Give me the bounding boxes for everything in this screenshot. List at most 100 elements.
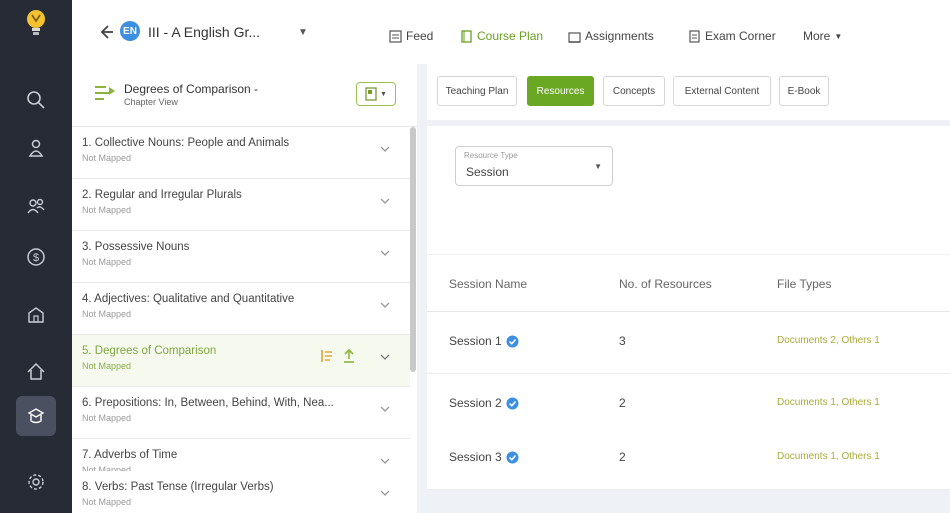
back-arrow-icon[interactable] [96,22,116,42]
tab-assignments-label: Assignments [585,29,654,43]
main-content: Teaching Plan Resources Concepts Externa… [427,64,950,513]
feed-icon [389,29,402,43]
session-name[interactable]: Session 3 [449,450,519,464]
session-name[interactable]: Session 2 [449,396,519,410]
session-label: Session 1 [449,334,502,348]
search-icon [27,91,45,109]
sidebar-item-profile[interactable] [16,128,56,168]
chevron-down-icon: ▼ [380,90,387,98]
chapter-view-toggle[interactable]: ▼ [356,82,396,106]
tab-exam-corner[interactable]: Exam Corner [688,27,776,45]
top-bar: EN III - A English Gr... ▼ Feed Course P… [72,0,950,64]
verified-icon [506,451,519,463]
users-icon [27,198,45,214]
sidebar-item-home[interactable] [16,351,56,391]
chapter-status: Not Mapped [82,205,132,215]
tab-exam-corner-label: Exam Corner [705,29,776,43]
chevron-down-icon: ▼ [594,162,602,171]
tab-teaching-plan[interactable]: Teaching Plan [437,76,517,106]
chapter-item[interactable]: 6. Prepositions: In, Between, Behind, Wi… [72,387,410,439]
tab-course-plan[interactable]: Course Plan [460,27,543,45]
file-types-link[interactable]: Documents 1, Others 1 [777,451,880,462]
chapter-name: 8. Verbs: Past Tense (Irregular Verbs) [82,481,274,493]
table-row[interactable]: Session 1 3 Documents 2, Others 1 [427,312,950,374]
session-label: Session 3 [449,450,502,464]
chapter-status: Not Mapped [82,257,132,267]
tab-external-content[interactable]: External Content [673,76,771,106]
chevron-down-icon[interactable] [380,248,390,258]
sidebar-item-course[interactable] [16,396,56,436]
app-sidebar: $ [0,0,72,513]
chevron-down-icon[interactable] [380,404,390,414]
tab-concepts[interactable]: Concepts [603,76,665,106]
sidebar-item-fees[interactable]: $ [16,237,56,277]
tab-feed-label: Feed [406,29,434,43]
lesson-plan-icon[interactable] [320,348,334,364]
chapter-name: 7. Adverbs of Time [82,449,178,461]
tab-feed[interactable]: Feed [389,27,433,45]
chapter-name: 2. Regular and Irregular Plurals [82,189,242,201]
book-icon [461,29,472,43]
session-name[interactable]: Session 1 [449,334,519,348]
upload-icon[interactable] [342,348,356,364]
person-icon [28,139,44,157]
chapter-item[interactable]: 1. Collective Nouns: People and Animals … [72,127,410,179]
chapter-list: 1. Collective Nouns: People and Animals … [72,127,417,513]
chapter-status: Not Mapped [82,153,132,163]
file-types-link[interactable]: Documents 1, Others 1 [777,397,880,408]
tab-resources[interactable]: Resources [527,76,594,106]
column-header: File Types [777,277,832,291]
chapter-status: Not Mapped [82,497,132,507]
assignment-icon [568,31,581,43]
sidebar-item-settings[interactable] [16,462,56,502]
tab-e-book[interactable]: E-Book [779,76,829,106]
chapter-item[interactable]: 2. Regular and Irregular Plurals Not Map… [72,179,410,231]
chevron-down-icon[interactable] [380,196,390,206]
chevron-down-icon[interactable]: ▼ [298,27,308,38]
chapter-item[interactable]: 3. Possessive Nouns Not Mapped [72,231,410,283]
file-types-link[interactable]: Documents 2, Others 1 [777,335,880,346]
chapter-name: 6. Prepositions: In, Between, Behind, Wi… [82,397,334,409]
chapter-name: 3. Possessive Nouns [82,241,190,253]
tab-more-label: More [803,29,831,43]
home-icon [27,362,45,380]
verified-icon [506,335,519,347]
resources-table-header: Session Name No. of Resources File Types [427,254,950,312]
exam-icon [689,29,700,43]
chevron-down-icon[interactable] [380,456,390,466]
chevron-down-icon[interactable] [380,488,390,498]
sidebar-item-school[interactable] [16,294,56,334]
chapter-item[interactable]: 8. Verbs: Past Tense (Irregular Verbs) N… [72,471,410,513]
bulb-logo-icon[interactable] [25,9,47,37]
dollar-icon: $ [27,248,45,266]
resource-type-value: Session [466,165,509,179]
course-icon [27,408,45,424]
table-row[interactable]: Session 3 2 Documents 1, Others 1 [427,428,950,490]
table-row[interactable]: Session 2 2 Documents 1, Others 1 [427,374,950,436]
tab-course-plan-label: Course Plan [477,29,544,43]
chapter-status: Not Mapped [82,309,132,319]
chapter-item[interactable]: 4. Adjectives: Qualitative and Quantitat… [72,283,410,335]
chevron-down-icon[interactable] [380,144,390,154]
sidebar-item-users[interactable] [16,186,56,226]
resource-type-select[interactable]: Resource Type Session ▼ [455,146,613,186]
resources-panel: Resource Type Session ▼ Session Name No.… [427,126,950,436]
tab-more[interactable]: More ▼ [803,27,842,45]
chapter-list-icon [95,86,115,100]
content-tabs: Teaching Plan Resources Concepts Externa… [427,64,950,120]
chapter-status: Not Mapped [82,361,132,371]
class-selector[interactable]: III - A English Gr... [148,24,260,40]
resource-count: 2 [619,450,626,464]
chapter-item-active[interactable]: 5. Degrees of Comparison Not Mapped [72,335,410,387]
school-icon [28,307,44,323]
resource-type-label: Resource Type [464,151,518,160]
chapter-name: 1. Collective Nouns: People and Animals [82,137,290,149]
chapter-title: Degrees of Comparison - [124,82,259,96]
chapter-status: Not Mapped [82,413,132,423]
chevron-down-icon[interactable] [380,352,390,362]
chapter-list-scrollbar[interactable] [410,127,416,372]
settings-icon [28,474,44,490]
tab-assignments[interactable]: Assignments [568,27,654,45]
chevron-down-icon[interactable] [380,300,390,310]
sidebar-item-search[interactable] [16,80,56,120]
